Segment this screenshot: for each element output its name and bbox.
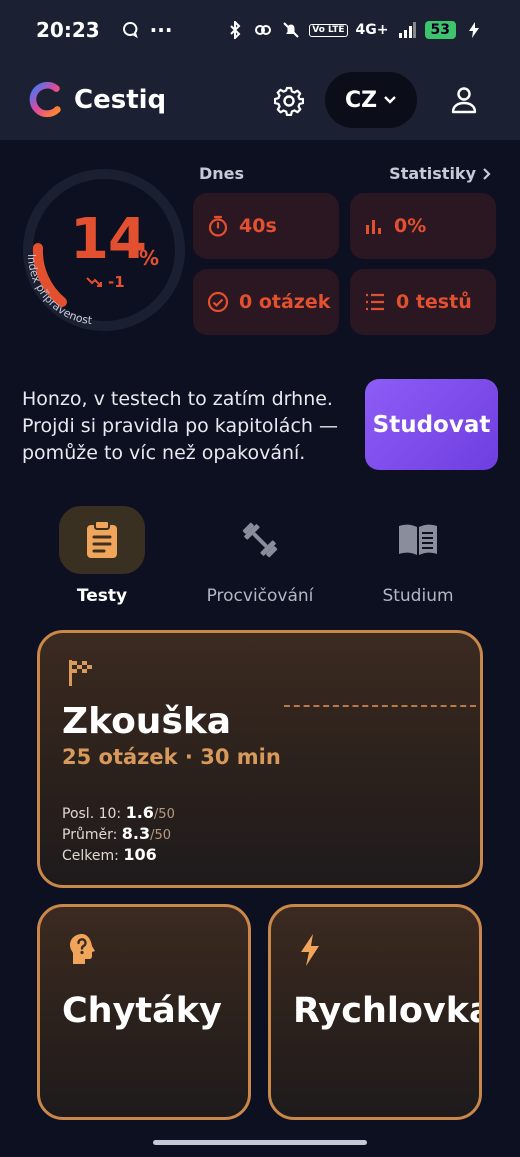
exam-last10-value: 1.6 (125, 803, 154, 822)
nfc-icon (253, 20, 273, 40)
statistics-link[interactable]: Statistiky (389, 164, 492, 183)
tab-study[interactable]: Studium (338, 506, 498, 616)
exam-total-label: Celkem: (62, 848, 119, 864)
gear-icon (274, 86, 304, 116)
book-icon (399, 524, 437, 555)
settings-button[interactable] (270, 82, 308, 120)
today-label: Dnes (199, 164, 245, 183)
app-header: Cestiq CZ (0, 60, 520, 140)
tab-practice[interactable]: Procvičování (180, 506, 340, 616)
timer-icon (208, 215, 228, 237)
statistics-link-label: Statistiky (389, 164, 476, 183)
check-circle-icon (207, 291, 229, 313)
user-icon (451, 87, 477, 114)
tab-tests-icon-wrap (59, 506, 145, 574)
clipboard-icon (87, 520, 117, 558)
exam-title: Zkouška (62, 701, 232, 742)
readiness-percent: 14 (70, 207, 147, 272)
exam-average: Průměr: 8.3/50 (62, 824, 171, 843)
readiness-percent-sign: % (139, 246, 160, 270)
checkered-flag-icon (69, 660, 92, 686)
speed-test-card[interactable]: Rychlovka (268, 904, 482, 1120)
exam-average-max: /50 (150, 828, 172, 843)
coach-message: Honzo, v testech to zatím drhne. Projdi … (22, 388, 338, 464)
tab-practice-label: Procvičování (206, 586, 314, 606)
language-code: CZ (344, 87, 378, 113)
language-selector[interactable]: CZ (325, 72, 417, 128)
exam-last10-max: /50 (153, 807, 175, 822)
exam-decor-line (284, 705, 476, 707)
chevron-right-icon (483, 167, 491, 180)
today-tests-value: 0 testů (396, 291, 472, 313)
battery-level: 53 (424, 21, 456, 39)
tricky-questions-card[interactable]: Chytáky (37, 904, 251, 1120)
tab-tests-label: Testy (76, 586, 128, 606)
status-bar: 20:23 ··· Vo LTE 4G+ 53 (0, 0, 520, 60)
volte-badge: Vo LTE (309, 23, 348, 37)
chevron-down-icon (384, 96, 396, 104)
today-time-tile[interactable]: 40s (193, 193, 339, 259)
exam-last10-label: Posl. 10: (62, 806, 122, 822)
study-button[interactable]: Studovat (365, 379, 498, 470)
speed-test-title: Rychlovka (293, 991, 482, 1031)
mute-bell-icon (281, 20, 301, 40)
tab-study-label: Studium (382, 586, 454, 606)
exam-average-label: Průměr: (62, 827, 118, 843)
today-success-tile[interactable]: 0% (350, 193, 496, 259)
exam-subtitle: 25 otázek · 30 min (62, 745, 281, 769)
exam-total-value: 106 (123, 845, 157, 864)
readiness-trend-value: -1 (108, 273, 125, 291)
today-questions-tile[interactable]: 0 otázek (193, 269, 339, 335)
tricky-questions-title: Chytáky (62, 991, 222, 1031)
today-questions-value: 0 otázek (239, 291, 331, 313)
network-type: 4G+ (355, 22, 389, 38)
profile-button[interactable] (446, 82, 482, 118)
bluetooth-icon (225, 20, 245, 40)
exam-card[interactable]: Zkouška 25 otázek · 30 min Posl. 10: 1.6… (37, 630, 483, 888)
signal-icon (397, 20, 417, 40)
today-tests-tile[interactable]: 0 testů (350, 269, 496, 335)
exam-total: Celkem: 106 (62, 845, 157, 864)
home-indicator[interactable] (153, 1140, 367, 1145)
charging-icon (464, 20, 484, 40)
chat-bubble-icon (120, 20, 140, 40)
status-overflow: ··· (149, 18, 173, 42)
status-time: 20:23 (36, 18, 100, 42)
head-question-icon (70, 934, 95, 964)
today-time-value: 40s (239, 215, 277, 237)
exam-average-value: 8.3 (121, 824, 151, 843)
readiness-trend: -1 (86, 273, 125, 291)
list-icon (366, 293, 384, 311)
exam-last10: Posl. 10: 1.6/50 (62, 803, 175, 822)
trend-down-icon (86, 277, 102, 287)
bar-chart-icon (366, 220, 381, 234)
today-success-value: 0% (394, 215, 427, 237)
tab-practice-icon-wrap (217, 506, 303, 574)
app-brand: Cestiq (74, 85, 167, 115)
tab-study-icon-wrap (375, 506, 461, 574)
cestiq-logo-icon (29, 81, 61, 118)
lightning-icon (301, 934, 319, 966)
dumbbell-icon (242, 522, 278, 558)
tab-tests[interactable]: Testy (22, 506, 182, 616)
